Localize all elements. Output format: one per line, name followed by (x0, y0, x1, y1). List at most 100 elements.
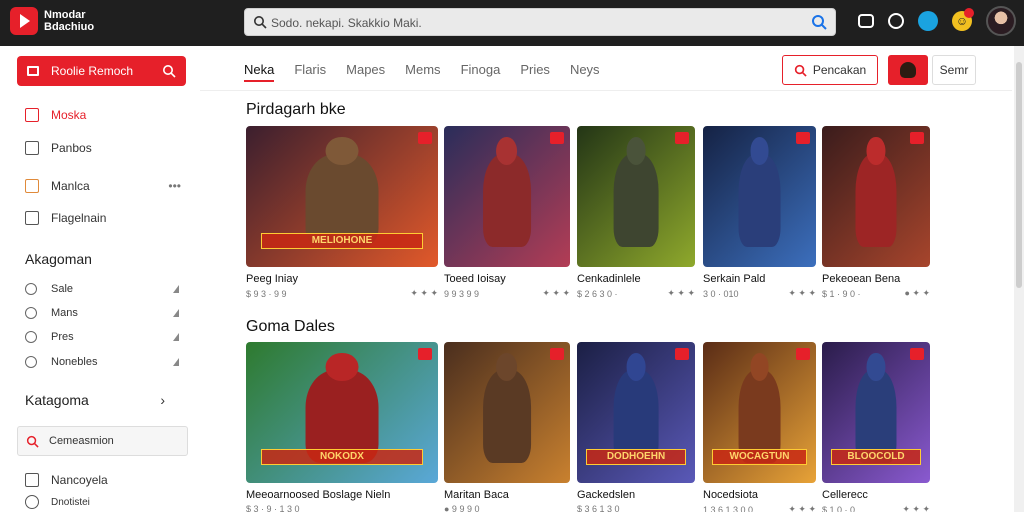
game-meta-left: 9 9 3 9 9 (444, 288, 480, 299)
top-bar: Nmodar Bdachiuo Sodo. nekapi. Skakkio Ma… (0, 0, 1024, 46)
game-meta-right: ✦ ✦ ✦ (788, 504, 816, 512)
search-submit-icon[interactable] (811, 14, 827, 30)
game-meta: $ 1 · 9 0 · ● ✦ ✦ (822, 288, 930, 299)
game-meta-left: $ 9 3 · 9 9 (246, 288, 287, 299)
game-card[interactable]: NOKODX Meeoarnoosed Boslage Nieln $ 3 · 9 … (246, 342, 438, 512)
game-title[interactable]: Gackedslen (577, 489, 695, 501)
badge-icon (550, 348, 564, 360)
game-thumbnail[interactable] (577, 126, 695, 267)
home-icon (25, 108, 39, 122)
game-thumbnail[interactable]: DODHOEHN (577, 342, 695, 483)
game-banner-text: NOKODX (261, 449, 423, 465)
game-card[interactable]: Serkain Pald 3 0 · 010 ✦ ✦ ✦ (703, 126, 816, 299)
game-thumbnail[interactable]: MELIOHONE (246, 126, 438, 267)
game-banner-text: WOCAGTUN (712, 449, 807, 465)
search-icon (163, 65, 176, 78)
tag-icon (25, 356, 37, 368)
game-meta: $ 1 0 · 0 ✦ ✦ ✦ (822, 504, 930, 512)
game-card[interactable]: WOCAGTUN Nocedsiota 1 3 6 1 3 0 0 ✦ ✦ ✦ (703, 342, 816, 512)
sidebar-subitem-nonebles[interactable]: Nonebles (25, 356, 183, 368)
search-button[interactable]: Pencakan (782, 55, 878, 85)
hero-figure (483, 370, 531, 464)
globe-icon[interactable] (918, 11, 938, 31)
badge-icon (418, 348, 432, 360)
game-title[interactable]: Cellerecc (822, 489, 930, 501)
sidebar-primary-button[interactable]: Roolie Remoch (17, 56, 186, 86)
game-thumbnail[interactable] (444, 342, 570, 483)
sidebar-subitem-pres[interactable]: Pres (25, 331, 183, 343)
game-card[interactable]: Cenkadinlele $ 2 6 3 0 · ✦ ✦ ✦ (577, 126, 695, 299)
controller-icon[interactable] (858, 14, 874, 28)
scrollbar-thumb[interactable] (1016, 62, 1022, 288)
scrollbar[interactable] (1014, 46, 1024, 512)
game-title[interactable]: Peeg Iniay (246, 273, 438, 285)
search-icon (26, 435, 39, 448)
game-title[interactable]: Pekeoean Bena (822, 273, 930, 285)
tab-finoga[interactable]: Finoga (461, 60, 501, 82)
profile-button[interactable] (888, 55, 928, 85)
game-thumbnail[interactable]: WOCAGTUN (703, 342, 816, 483)
sidebar-item-flagelnain[interactable]: Flagelnain (25, 208, 185, 228)
game-meta-right: ● ✦ ✦ (904, 288, 930, 298)
game-thumbnail[interactable] (444, 126, 570, 267)
sidebar-subitem-mans[interactable]: Mans (25, 307, 183, 319)
game-thumbnail[interactable] (822, 126, 930, 267)
sidebar-item-panbos[interactable]: Panbos (25, 138, 185, 158)
game-meta: $ 2 6 3 0 · ✦ ✦ ✦ (577, 288, 695, 299)
sidebar-section-title-2[interactable]: Katagoma › (25, 392, 185, 408)
trophy-icon[interactable] (888, 13, 904, 29)
game-card[interactable]: Maritan Baca ● 9 9 9 0 (444, 342, 570, 512)
tab-mapes[interactable]: Mapes (346, 60, 385, 82)
tab-flaris[interactable]: Flaris (294, 60, 326, 82)
hero-figure (483, 154, 531, 248)
game-title[interactable]: Toeed Ioisay (444, 273, 570, 285)
small-action-button[interactable]: Semr (932, 55, 976, 85)
game-title[interactable]: Serkain Pald (703, 273, 816, 285)
game-card[interactable]: Pekeoean Bena $ 1 · 9 0 · ● ✦ ✦ (822, 126, 930, 299)
game-title[interactable]: Maritan Baca (444, 489, 570, 501)
game-thumbnail[interactable] (703, 126, 816, 267)
tab-pries[interactable]: Pries (520, 60, 550, 82)
game-title[interactable]: Cenkadinlele (577, 273, 695, 285)
sidebar-item-manlca[interactable]: Manlca ••• (25, 176, 185, 196)
game-meta-left: ● 9 9 9 0 (444, 504, 480, 512)
game-card[interactable]: Toeed Ioisay 9 9 3 9 9 ✦ ✦ ✦ (444, 126, 570, 299)
section-title-2: Goma Dales (246, 318, 335, 335)
game-title[interactable]: Meeoarnoosed Boslage Nieln (246, 489, 438, 501)
settings-icon (25, 495, 39, 509)
document-icon (25, 141, 39, 155)
sidebar-item-dnotistei[interactable]: Dnotistei (25, 492, 185, 512)
sidebar-subitem-sale[interactable]: Sale (25, 283, 183, 295)
triangle-icon (173, 285, 179, 293)
notification-badge (964, 8, 974, 18)
calendar-icon (25, 473, 39, 487)
game-meta-left: $ 3 · 9 · 1 3 0 (246, 504, 300, 512)
bookmark-icon (25, 179, 39, 193)
game-thumbnail[interactable]: BLOOCOLD (822, 342, 930, 483)
badge-icon (418, 132, 432, 144)
sidebar-item-moska[interactable]: Moska (25, 105, 185, 125)
more-icon[interactable]: ••• (168, 179, 181, 193)
game-card[interactable]: DODHOEHN Gackedslen $ 3 6 1 3 0 (577, 342, 695, 512)
search-icon (254, 16, 267, 29)
game-title[interactable]: Nocedsiota (703, 489, 816, 501)
badge-icon (796, 132, 810, 144)
tab-neys[interactable]: Neys (570, 60, 600, 82)
tab-neka[interactable]: Neka (244, 60, 275, 82)
hero-figure (738, 154, 781, 248)
sidebar-search-input[interactable]: Cemeasmion (17, 426, 188, 456)
game-thumbnail[interactable]: NOKODX (246, 342, 438, 483)
app-logo[interactable]: Nmodar Bdachiuo (10, 7, 94, 35)
badge-icon (550, 132, 564, 144)
game-card[interactable]: MELIOHONE Peeg Iniay $ 9 3 · 9 9 ✦ ✦ ✦ (246, 126, 438, 299)
chevron-right-icon: › (160, 392, 165, 408)
game-card[interactable]: BLOOCOLD Cellerecc $ 1 0 · 0 ✦ ✦ ✦ (822, 342, 930, 512)
tab-mems[interactable]: Mems (405, 60, 440, 82)
game-meta: 1 3 6 1 3 0 0 ✦ ✦ ✦ (703, 504, 816, 512)
search-bar[interactable]: Sodo. nekapi. Skakkio Maki. (244, 8, 836, 36)
sidebar-item-nancoyela[interactable]: Nancoyela (25, 470, 185, 490)
avatar[interactable] (986, 6, 1016, 36)
game-meta-left: 1 3 6 1 3 0 0 (703, 504, 754, 512)
triangle-icon (173, 333, 179, 341)
tab-bar: Neka Flaris Mapes Mems Finoga Pries Neys (244, 60, 620, 82)
